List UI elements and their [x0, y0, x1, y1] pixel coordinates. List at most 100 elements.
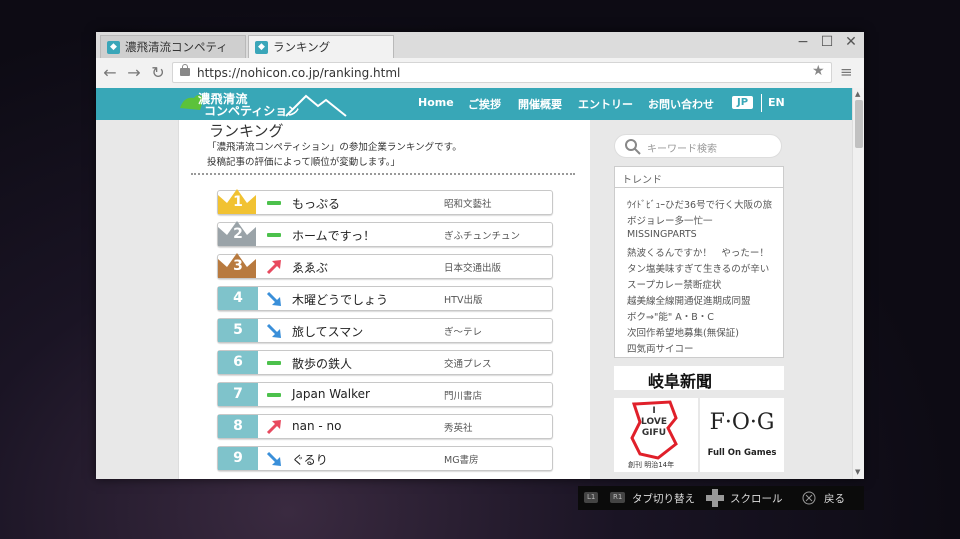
description-line: 「濃飛清流コンペティション」の参加企業ランキングです。 — [207, 142, 462, 153]
rank-title: Japan Walker — [292, 387, 370, 401]
scroll-thumb[interactable] — [855, 100, 863, 148]
rank-title: もっぷる — [292, 197, 341, 211]
rank-publisher: HTV出版 — [444, 295, 483, 306]
ranking-row[interactable]: 3 ゑゑぶ 日本交通出版 — [217, 253, 553, 279]
trend-down-icon — [266, 451, 281, 466]
ranking-row[interactable]: 4 木曜どうでしょう HTV出版 — [217, 286, 553, 311]
ranking-row[interactable]: 7 Japan Walker 門川書店 — [217, 382, 553, 407]
fog-banner[interactable]: F·O·G Full On Games — [700, 398, 784, 472]
gifu-shimbun-banner[interactable]: 岐阜新聞 — [614, 366, 784, 391]
rank-title: 木曜どうでしょう — [292, 293, 389, 307]
trend-item[interactable]: ｳｲﾄﾞﾋﾞｭｰひだ36号で行く大阪の旅 — [627, 197, 772, 211]
rank-publisher: ぎふチュンチュン — [444, 231, 521, 242]
tab-ranking[interactable]: ◆ ランキング — [248, 35, 394, 58]
trend-divider — [615, 187, 783, 188]
trend-item[interactable]: スープカレー禁断症状 — [627, 277, 721, 291]
rank-number: 7 — [218, 383, 258, 406]
rank-publisher: ぎ〜テレ — [444, 327, 483, 338]
banner-line: GIFU — [641, 428, 667, 438]
trend-box: トレンド ｳｲﾄﾞﾋﾞｭｰひだ36号で行く大阪の旅 ボジョレー多一忙一 MISSIN… — [614, 166, 784, 358]
vertical-scrollbar[interactable]: ▲ ▼ — [852, 88, 864, 479]
site-favicon-icon: ◆ — [255, 41, 268, 54]
tab-label: ランキング — [273, 40, 331, 54]
ranking-row[interactable]: 1 もっぷる 昭和文藝社 — [217, 189, 553, 215]
browser-window: ◆ 濃飛清流コンペティション ◆ ランキング − ☐ ✕ ← → ↻ https… — [96, 32, 864, 479]
ranking-row[interactable]: 2 ホームですっ！ ぎふチュンチュン — [217, 221, 553, 247]
banner-line: I — [652, 406, 656, 416]
rank-number: 3 — [218, 253, 258, 278]
rank-title: 散歩の鉄人 — [292, 357, 353, 371]
l1-button-icon: L1 — [584, 492, 599, 503]
ranking-row[interactable]: 6 散歩の鉄人 交通プレス — [217, 350, 553, 375]
rank-publisher: 秀英社 — [444, 423, 473, 434]
rank-number: 4 — [218, 287, 258, 310]
ranking-row[interactable]: 5 旅してスマン ぎ〜テレ — [217, 318, 553, 343]
trend-item[interactable]: ボジョレー多一忙一 — [627, 213, 713, 227]
trend-item[interactable]: 四気両サイコー — [627, 341, 694, 355]
trend-title: トレンド — [622, 175, 662, 186]
trend-item[interactable]: MISSINGPARTS — [627, 229, 697, 240]
banner-text: I LOVE GIFU — [636, 406, 672, 439]
rank-publisher: 交通プレス — [444, 359, 492, 370]
page-viewport: 濃飛清流 コンペティション Home ご挨拶 開催概要 エントリー お問い合わせ… — [96, 88, 864, 479]
search-input[interactable]: キーワード検索 — [614, 134, 782, 158]
lang-divider — [761, 94, 762, 112]
page-description: 「濃飛清流コンペティション」の参加企業ランキングです。 投稿記事の評価によって順… — [207, 140, 462, 170]
rank-number: 2 — [218, 221, 258, 246]
lang-en-button[interactable]: EN — [768, 96, 785, 109]
scroll-up-icon[interactable]: ▲ — [855, 90, 860, 98]
minimize-icon[interactable]: − — [794, 34, 812, 50]
nav-entry[interactable]: エントリー — [578, 96, 633, 112]
tab-competition[interactable]: ◆ 濃飛清流コンペティション — [100, 35, 246, 77]
trend-up-icon — [266, 260, 281, 275]
rank-number: 6 — [218, 351, 258, 374]
maximize-icon[interactable]: ☐ — [818, 34, 836, 50]
rank-digit: 3 — [233, 258, 243, 274]
url-field[interactable]: https://nohicon.co.jp/ranking.html — [172, 62, 832, 83]
site-header: 濃飛清流 コンペティション Home ご挨拶 開催概要 エントリー お問い合わせ… — [96, 88, 852, 120]
banner-text: 岐阜新聞 — [648, 372, 713, 391]
nav-overview[interactable]: 開催概要 — [518, 96, 562, 112]
bookmark-star-icon[interactable]: ★ — [812, 63, 825, 79]
forward-icon[interactable]: → — [124, 63, 144, 82]
lang-jp-button[interactable]: JP — [732, 96, 754, 109]
banner-caption: Full On Games — [707, 448, 777, 458]
nav-contact[interactable]: お問い合わせ — [648, 96, 714, 112]
tab-switch-hint: タブ切り替え — [632, 493, 695, 505]
trend-item[interactable]: ボク⇒"能" A・B・C — [627, 309, 714, 323]
nav-greeting[interactable]: ご挨拶 — [468, 96, 501, 112]
trend-item[interactable]: 次回作希望地募集(無保証) — [627, 325, 739, 339]
logo-line2: コンペティション — [204, 104, 300, 118]
trend-down-icon — [266, 291, 281, 306]
url-text: https://nohicon.co.jp/ranking.html — [197, 66, 401, 80]
search-icon — [625, 139, 641, 155]
lock-icon — [180, 64, 190, 76]
trend-item[interactable]: タン塩美味すぎて生きるのが辛い — [627, 261, 769, 275]
rank-number: 1 — [218, 189, 258, 214]
rank-digit: 2 — [233, 226, 243, 242]
tab-bar: ◆ 濃飛清流コンペティション ◆ ランキング − ☐ ✕ — [96, 32, 864, 77]
back-hint: 戻る — [824, 493, 845, 505]
close-icon[interactable]: ✕ — [842, 34, 860, 50]
ranking-row[interactable]: 8 nan - no 秀英社 — [217, 414, 553, 439]
menu-icon[interactable]: ≡ — [840, 63, 853, 81]
dotted-divider — [191, 173, 575, 175]
ranking-row[interactable]: 9 ぐるり MG書房 — [217, 446, 553, 471]
i-love-gifu-banner[interactable]: I LOVE GIFU 創刊 明治14年 — [614, 398, 698, 472]
trend-item[interactable]: 熱波くるんですか！ やったー！ — [627, 245, 769, 259]
back-icon[interactable]: ← — [100, 63, 120, 82]
trend-same-icon — [267, 233, 281, 237]
scroll-down-icon[interactable]: ▼ — [855, 468, 860, 476]
banner-caption: 創刊 明治14年 — [628, 461, 675, 469]
rank-number: 9 — [218, 447, 258, 470]
site-logo[interactable]: 濃飛清流 コンペティション — [176, 88, 352, 118]
dpad-icon — [706, 489, 724, 507]
rank-digit: 1 — [233, 194, 243, 210]
trend-same-icon — [267, 393, 281, 397]
trend-up-icon — [266, 420, 281, 435]
scroll-hint: スクロール — [730, 493, 783, 505]
reload-icon[interactable]: ↻ — [148, 63, 168, 82]
r1-button-icon: R1 — [610, 492, 626, 503]
nav-home[interactable]: Home — [418, 96, 454, 109]
trend-item[interactable]: 越美線全線開通促進期成同盟 — [627, 293, 751, 307]
